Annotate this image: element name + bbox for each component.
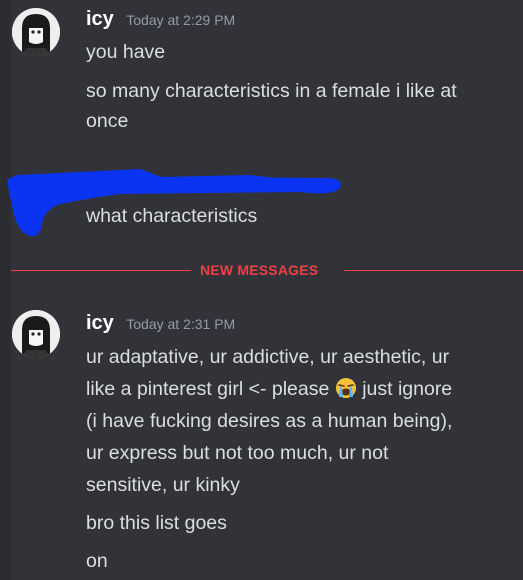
new-messages-label: NEW MESSAGES <box>200 262 319 278</box>
message-text: on <box>86 550 108 572</box>
message-text: like a pinterest girl <- please just ign… <box>86 374 516 404</box>
username[interactable]: icy <box>86 312 114 334</box>
username[interactable]: icy <box>86 8 114 30</box>
message-text: what characteristics <box>86 205 258 227</box>
message-header: icy Today at 2:29 PM <box>86 8 235 31</box>
message-text: ur express but not too much, ur not <box>86 442 389 464</box>
message-text: bro this list goes <box>86 512 227 534</box>
loudly-crying-face-emoji[interactable] <box>335 377 357 399</box>
divider-line-left <box>11 270 191 271</box>
message-text: so many characteristics in a female i li… <box>86 80 457 102</box>
left-panel-edge <box>0 0 11 580</box>
message-text-part: just ignore <box>362 378 453 400</box>
message-text: (i have fucking desires as a human being… <box>86 410 453 432</box>
message-text: ur adaptative, ur addictive, ur aestheti… <box>86 346 450 368</box>
message-header: icy Today at 2:31 PM <box>86 312 235 335</box>
message-text: sensitive, ur kinky <box>86 474 240 496</box>
divider-line-right <box>344 270 523 271</box>
avatar[interactable] <box>12 310 60 358</box>
timestamp: Today at 2:29 PM <box>126 12 236 28</box>
new-messages-divider: NEW MESSAGES <box>0 262 523 278</box>
avatar[interactable] <box>12 8 60 56</box>
message-text-part: like a pinterest girl <- please <box>86 378 330 400</box>
timestamp: Today at 2:31 PM <box>126 316 236 332</box>
message-text: you have <box>86 41 166 63</box>
message-text: once <box>86 110 129 132</box>
